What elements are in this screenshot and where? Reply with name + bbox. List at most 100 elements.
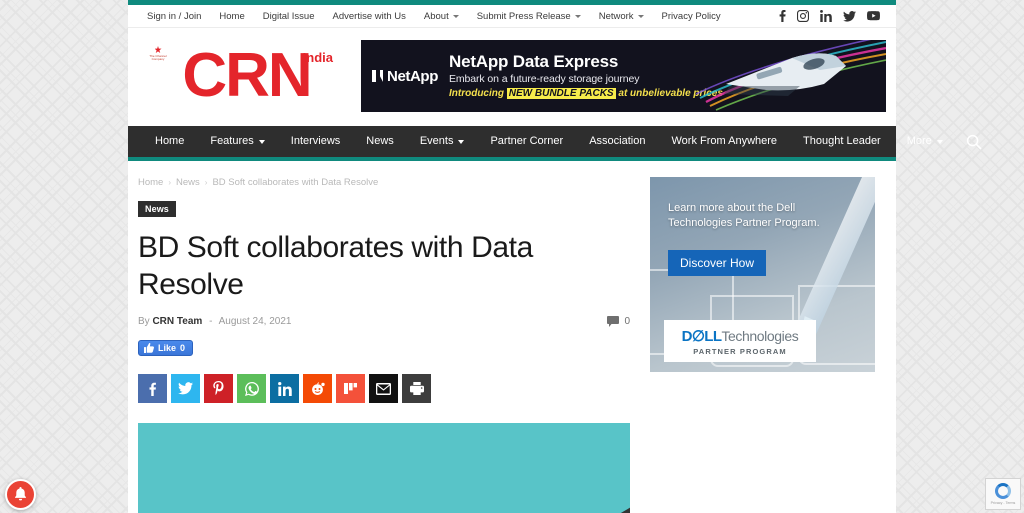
byline-row: By CRN Team - August 24, 2021 0 (138, 316, 630, 328)
content-area: Home › News › BD Soft collaborates with Data… (128, 161, 896, 513)
notification-bell-icon[interactable] (5, 479, 36, 510)
nav-item-interviews[interactable]: Interviews (278, 126, 354, 157)
topbar-item-label: Home (219, 10, 245, 22)
share-button-email[interactable] (369, 374, 398, 404)
share-button-mix[interactable] (336, 374, 365, 404)
facebook-icon[interactable] (779, 10, 786, 22)
site-header: The Channel Company CRN India NetApp Net… (128, 28, 896, 126)
twitter-icon (178, 382, 193, 395)
breadcrumb-item-3: BD Soft collaborates with Data Resolve (212, 177, 379, 188)
topbar-item-submit-press-release[interactable]: Submit Press Release (468, 11, 590, 22)
byline-prefix: By (138, 316, 150, 328)
emblem-caption: The Channel Company (149, 54, 167, 62)
netapp-mark-icon (372, 70, 383, 82)
linkedin-icon[interactable] (820, 10, 832, 22)
nav-item-label: Features (210, 135, 254, 147)
byline: By CRN Team - August 24, 2021 (138, 316, 607, 327)
nav-item-news[interactable]: News (353, 126, 407, 157)
topbar-item-digital-issue[interactable]: Digital Issue (254, 11, 324, 22)
topbar-item-advertise-with-us[interactable]: Advertise with Us (324, 11, 415, 22)
share-button-reddit[interactable] (303, 374, 332, 404)
share-button-facebook[interactable] (138, 374, 167, 404)
nav-item-thought-leader[interactable]: Thought Leader (790, 126, 894, 157)
breadcrumb-item-2[interactable]: News (176, 177, 200, 188)
chevron-down-icon (574, 14, 581, 18)
twitter-icon[interactable] (843, 10, 856, 22)
share-button-whatsapp[interactable] (237, 374, 266, 404)
nav-item-label: News (366, 135, 394, 147)
nav-item-partner-corner[interactable]: Partner Corner (477, 126, 576, 157)
topbar-item-label: Network (598, 10, 634, 22)
recaptcha-text: Privacy - Terms (990, 501, 1016, 505)
topbar-item-label: Digital Issue (262, 10, 315, 22)
nav-item-association[interactable]: Association (576, 126, 658, 157)
nav-item-label: Home (155, 135, 185, 147)
share-button-linkedin[interactable] (270, 374, 299, 404)
nav-item-label: Association (589, 135, 646, 147)
topbar-item-home[interactable]: Home (210, 11, 253, 22)
nav-item-home[interactable]: Home (142, 126, 197, 157)
search-icon[interactable] (956, 134, 992, 150)
topbar-item-network[interactable]: Network (590, 11, 653, 22)
breadcrumb: Home › News › BD Soft collaborates with Data… (138, 177, 630, 188)
top-utility-bar: Sign in / Join Home Digital Issue Advertise… (128, 5, 896, 28)
breadcrumb-item-1[interactable]: Home (138, 177, 163, 188)
share-buttons (138, 374, 630, 404)
recaptcha-badge[interactable]: Privacy - Terms (985, 478, 1021, 510)
netapp-brand: NetApp (387, 67, 438, 85)
social-links (779, 10, 886, 22)
instagram-icon[interactable] (797, 10, 809, 22)
topbar-item-privacy-policy[interactable]: Privacy Policy (653, 11, 730, 22)
topbar-item-label: Sign in / Join (147, 10, 202, 22)
mix-icon (344, 382, 357, 395)
sidebar-column: Learn more about the Dell Technologies P… (650, 177, 886, 513)
nav-item-work-from-anywhere[interactable]: Work From Anywhere (658, 126, 790, 157)
recaptcha-icon (995, 483, 1011, 499)
logo-region: India (302, 50, 333, 65)
share-button-twitter[interactable] (171, 374, 200, 404)
pinterest-icon (212, 381, 225, 396)
page-title: BD Soft collaborates with Data Resolve (138, 231, 533, 301)
nav-item-events[interactable]: Events (407, 126, 478, 157)
dell-wordmark: D∅LL (681, 328, 722, 345)
nav-item-more[interactable]: More (894, 126, 956, 157)
dell-partner-ad[interactable]: Learn more about the Dell Technologies P… (650, 177, 875, 372)
share-button-print[interactable] (402, 374, 431, 404)
side-ad-headline: Learn more about the Dell Technologies P… (668, 202, 820, 230)
top-utility-nav: Sign in / Join Home Digital Issue Advertise… (138, 11, 779, 22)
breadcrumb-separator: › (204, 178, 208, 187)
topbar-item-sign-in-join[interactable]: Sign in / Join (138, 11, 210, 22)
netapp-logo: NetApp (361, 68, 449, 85)
comment-icon (607, 316, 620, 328)
topbar-item-label: About (423, 10, 449, 22)
chevron-down-icon (458, 139, 465, 144)
nav-item-label: Interviews (290, 135, 341, 147)
byline-separator: - (209, 316, 213, 328)
netapp-banner-ad[interactable]: NetApp NetApp Data Express Embark on a f… (361, 40, 886, 112)
site-logo[interactable]: The Channel Company CRN India (138, 40, 343, 112)
share-button-pinterest[interactable] (204, 374, 233, 404)
category-badge[interactable]: News (138, 201, 176, 217)
topbar-item-label: Advertise with Us (332, 10, 406, 22)
nav-item-features[interactable]: Features (197, 126, 277, 157)
article-column: Home › News › BD Soft collaborates with Data… (138, 177, 630, 513)
article-author[interactable]: CRN Team (152, 316, 202, 327)
youtube-icon[interactable] (867, 11, 880, 21)
discover-how-button[interactable]: Discover How (668, 250, 767, 276)
train-artwork (696, 40, 886, 112)
like-label: Like (158, 343, 177, 354)
dell-program-label: PARTNER PROGRAM (693, 347, 787, 356)
logo-wordmark: CRN (182, 40, 312, 110)
linkedin-icon (277, 381, 292, 396)
facebook-like-button[interactable]: Like 0 (138, 340, 194, 357)
article-featured-image (138, 423, 630, 513)
article-date: August 24, 2021 (218, 316, 292, 328)
main-nav-items: Home Features Interviews News Events Partner … (142, 126, 956, 157)
topbar-item-label: Privacy Policy (661, 10, 721, 22)
chevron-down-icon (452, 14, 459, 18)
topbar-item-about[interactable]: About (415, 11, 468, 22)
nav-item-label: Events (419, 135, 454, 147)
page-container: Sign in / Join Home Digital Issue Advertise… (128, 0, 982, 513)
chevron-down-icon (258, 139, 265, 144)
comment-count[interactable]: 0 (607, 316, 630, 328)
